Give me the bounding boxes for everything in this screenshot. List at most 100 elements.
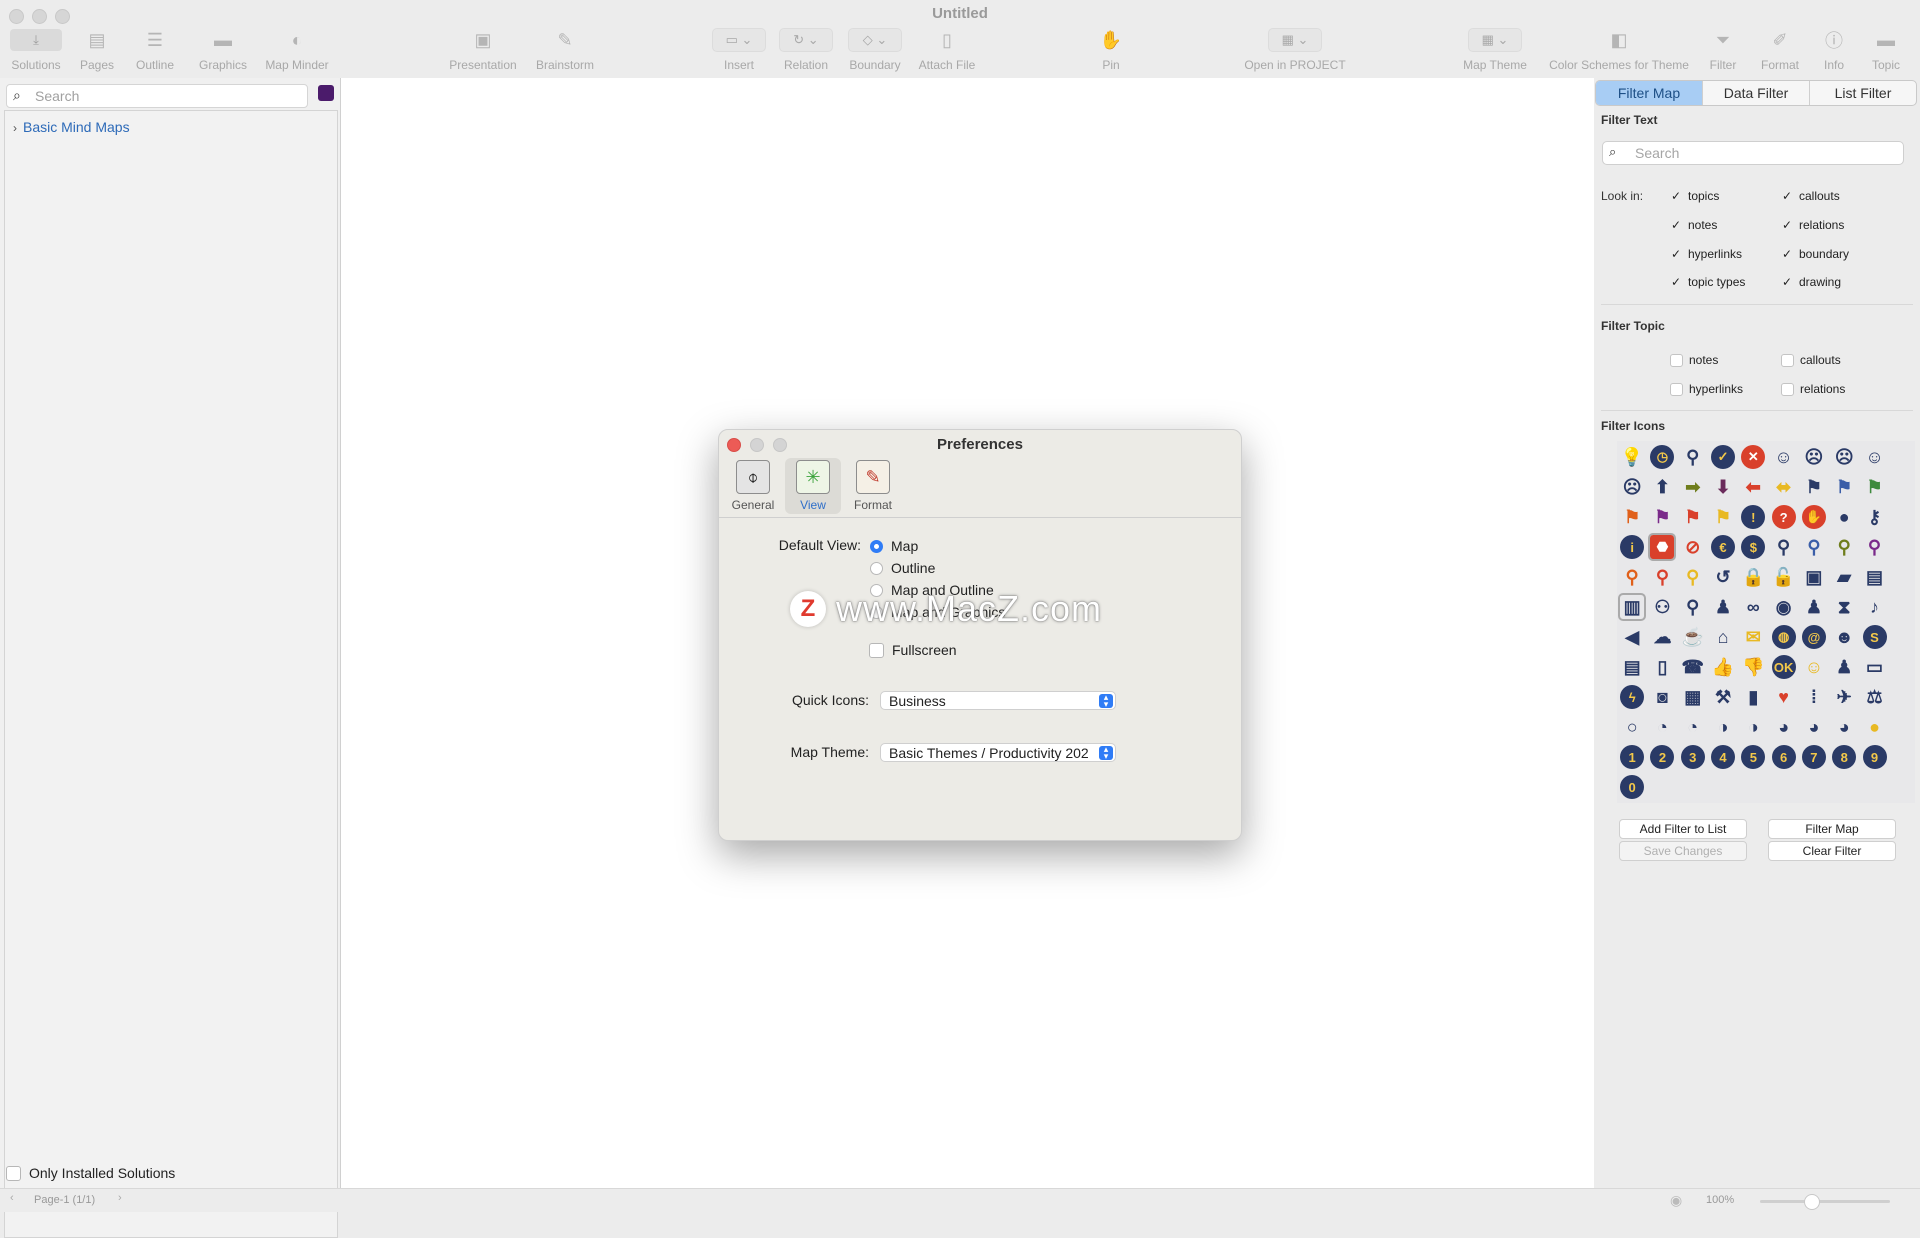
brain-icon[interactable]: ☁ bbox=[1650, 625, 1674, 649]
fax-icon[interactable]: ▤ bbox=[1620, 655, 1644, 679]
arrow-right-icon[interactable]: ➡ bbox=[1681, 475, 1705, 499]
priority-6-icon[interactable]: 6 bbox=[1771, 745, 1796, 769]
progress-5-icon[interactable]: ◕ bbox=[1772, 715, 1796, 739]
tab-list-filter[interactable]: List Filter bbox=[1810, 81, 1916, 105]
location-pin-purple-icon[interactable]: ⚲ bbox=[1863, 535, 1887, 559]
globe-icon[interactable]: ◍ bbox=[1771, 625, 1796, 649]
toolbar-boundary[interactable]: ◇ ⌄ Boundary bbox=[845, 28, 905, 78]
toolbar-brainstorm[interactable]: ✎ Brainstorm bbox=[532, 28, 598, 78]
progress-1-icon[interactable]: ◔ bbox=[1650, 715, 1674, 739]
lookin-callouts[interactable]: ✓ callouts bbox=[1781, 189, 1840, 203]
toolbar-topic[interactable]: ▬ Topic bbox=[1868, 28, 1904, 78]
coffee-icon[interactable]: ☕ bbox=[1681, 625, 1705, 649]
progress-4-icon[interactable]: ◑ bbox=[1741, 715, 1765, 739]
tab-format[interactable]: ✎ Format bbox=[845, 458, 901, 514]
toolbar-relation[interactable]: ↻ ⌄ Relation bbox=[778, 28, 834, 78]
camera-icon[interactable]: ◙ bbox=[1650, 685, 1674, 709]
toolbar-map-theme[interactable]: ▦ ⌄ Map Theme bbox=[1460, 28, 1530, 78]
toolbar-presentation[interactable]: ▣ Presentation bbox=[446, 28, 520, 78]
search-icon[interactable]: ⚲ bbox=[1681, 595, 1705, 619]
toolbar-insert[interactable]: ▭ ⌄ Insert bbox=[711, 28, 767, 78]
thumbs-down-icon[interactable]: 👎 bbox=[1741, 655, 1765, 679]
tab-filter-map[interactable]: Filter Map bbox=[1596, 81, 1703, 105]
filter-search[interactable]: ⌕ bbox=[1602, 141, 1904, 165]
progress-6-icon[interactable]: ◕ bbox=[1802, 715, 1826, 739]
arrow-down-icon[interactable]: ⬇ bbox=[1711, 475, 1735, 499]
envelope-icon[interactable]: ✉ bbox=[1741, 625, 1765, 649]
thumbs-up-icon[interactable]: 👍 bbox=[1711, 655, 1735, 679]
map-theme-select[interactable]: Basic Themes / Productivity 202 ▴ ▾ bbox=[880, 743, 1116, 762]
frown-face-icon[interactable]: ☹ bbox=[1832, 445, 1856, 469]
lightbulb-icon[interactable]: 💡 bbox=[1620, 445, 1644, 469]
toolbar-attach-file[interactable]: ▯ Attach File bbox=[914, 28, 980, 78]
toolbar-map-minder[interactable]: ◐ Map Minder bbox=[262, 28, 332, 78]
clock-icon[interactable]: ◷ bbox=[1650, 445, 1675, 469]
bomb-icon[interactable]: ● bbox=[1832, 505, 1856, 529]
only-installed-checkbox[interactable]: Only Installed Solutions bbox=[6, 1165, 175, 1181]
ok-icon[interactable]: OK bbox=[1771, 655, 1796, 679]
prohibited-icon[interactable]: ⊘ bbox=[1681, 535, 1705, 559]
zoom-slider[interactable] bbox=[1760, 1200, 1890, 1203]
close-window-button[interactable] bbox=[9, 9, 24, 24]
flag-yellow-icon[interactable]: ⚑ bbox=[1711, 505, 1735, 529]
tree-item-basic-mind-maps[interactable]: › Basic Mind Maps bbox=[13, 119, 130, 135]
priority-4-icon[interactable]: 4 bbox=[1711, 745, 1736, 769]
filter-topic-notes[interactable]: notes bbox=[1670, 353, 1718, 367]
toolbar-open-in-project[interactable]: ▦ ⌄ Open in PROJECT bbox=[1242, 28, 1348, 78]
toolbar-pin[interactable]: ✋ Pin bbox=[1096, 28, 1126, 78]
minimize-window-button[interactable] bbox=[32, 9, 47, 24]
filter-search-input[interactable] bbox=[1633, 144, 1897, 162]
lookin-topics[interactable]: ✓ topics bbox=[1670, 189, 1719, 203]
priority-0-icon[interactable]: 0 bbox=[1620, 775, 1645, 799]
priority-8-icon[interactable]: 8 bbox=[1832, 745, 1857, 769]
toolbar-info[interactable]: ⓘ Info bbox=[1820, 28, 1848, 78]
flag-blue-icon[interactable]: ⚑ bbox=[1832, 475, 1856, 499]
zoom-slider-knob[interactable] bbox=[1804, 1194, 1820, 1210]
lookin-drawing[interactable]: ✓ drawing bbox=[1781, 275, 1841, 289]
support-person-icon[interactable]: ☻ bbox=[1832, 625, 1856, 649]
sad-face-icon[interactable]: ☹ bbox=[1802, 445, 1826, 469]
location-pin-orange-icon[interactable]: ⚲ bbox=[1620, 565, 1644, 589]
glasses-icon[interactable]: ∞ bbox=[1741, 595, 1765, 619]
toolbar-format[interactable]: ✐ Format bbox=[1758, 28, 1802, 78]
at-sign-icon[interactable]: @ bbox=[1801, 625, 1826, 649]
document-icon[interactable]: ▤ bbox=[1863, 565, 1887, 589]
contact-icon[interactable]: ☺ bbox=[1802, 655, 1826, 679]
filter-topic-relations[interactable]: relations bbox=[1781, 382, 1845, 396]
rocket-icon[interactable]: ✈ bbox=[1832, 685, 1856, 709]
radio-outline[interactable]: Outline bbox=[870, 560, 935, 576]
eye-icon[interactable]: ◉ bbox=[1772, 595, 1796, 619]
page-indicator[interactable]: Page-1 (1/1) bbox=[34, 1194, 95, 1206]
lookin-boundary[interactable]: ✓ boundary bbox=[1781, 247, 1849, 261]
solution-action-icon[interactable] bbox=[318, 85, 334, 101]
megaphone-icon[interactable]: ◀ bbox=[1620, 625, 1644, 649]
scales-icon[interactable]: ⚖ bbox=[1863, 685, 1887, 709]
priority-7-icon[interactable]: 7 bbox=[1801, 745, 1826, 769]
angry-face-icon[interactable]: ☹ bbox=[1620, 475, 1644, 499]
magnifier-person-icon[interactable]: ⚲ bbox=[1681, 445, 1705, 469]
skype-icon[interactable]: S bbox=[1862, 625, 1887, 649]
toolbar-color-schemes[interactable]: ◧ Color Schemes for Theme bbox=[1544, 28, 1694, 78]
location-pin-red-icon[interactable]: ⚲ bbox=[1650, 565, 1674, 589]
filter-map-button[interactable]: Filter Map bbox=[1768, 819, 1896, 839]
toolbar-solutions[interactable]: ⤓ Solutions bbox=[8, 28, 64, 78]
neutral-face-icon[interactable]: ☺ bbox=[1863, 445, 1887, 469]
lookin-notes[interactable]: ✓ notes bbox=[1670, 218, 1717, 232]
team-icon[interactable]: ♟ bbox=[1832, 655, 1856, 679]
tab-view[interactable]: ✳ View bbox=[785, 458, 841, 514]
undo-icon[interactable]: ↺ bbox=[1711, 565, 1735, 589]
cross-icon[interactable]: ✕ bbox=[1741, 445, 1766, 469]
fullscreen-checkbox[interactable]: Fullscreen bbox=[869, 642, 957, 658]
sidebar-search-input[interactable] bbox=[33, 87, 297, 105]
person-icon[interactable]: ♟ bbox=[1711, 595, 1735, 619]
lookin-relations[interactable]: ✓ relations bbox=[1781, 218, 1844, 232]
lookin-hyperlinks[interactable]: ✓ hyperlinks bbox=[1670, 247, 1742, 261]
arrow-both-icon[interactable]: ⬌ bbox=[1772, 475, 1796, 499]
filter-topic-callouts[interactable]: callouts bbox=[1781, 353, 1841, 367]
flag-orange-icon[interactable]: ⚑ bbox=[1620, 505, 1644, 529]
arrow-up-icon[interactable]: ⬆ bbox=[1650, 475, 1674, 499]
location-pin-green-icon[interactable]: ⚲ bbox=[1832, 535, 1856, 559]
mobile-phone-icon[interactable]: ▯ bbox=[1650, 655, 1674, 679]
flag-purple-icon[interactable]: ⚑ bbox=[1650, 505, 1674, 529]
flag-black-icon[interactable]: ⚑ bbox=[1802, 475, 1826, 499]
